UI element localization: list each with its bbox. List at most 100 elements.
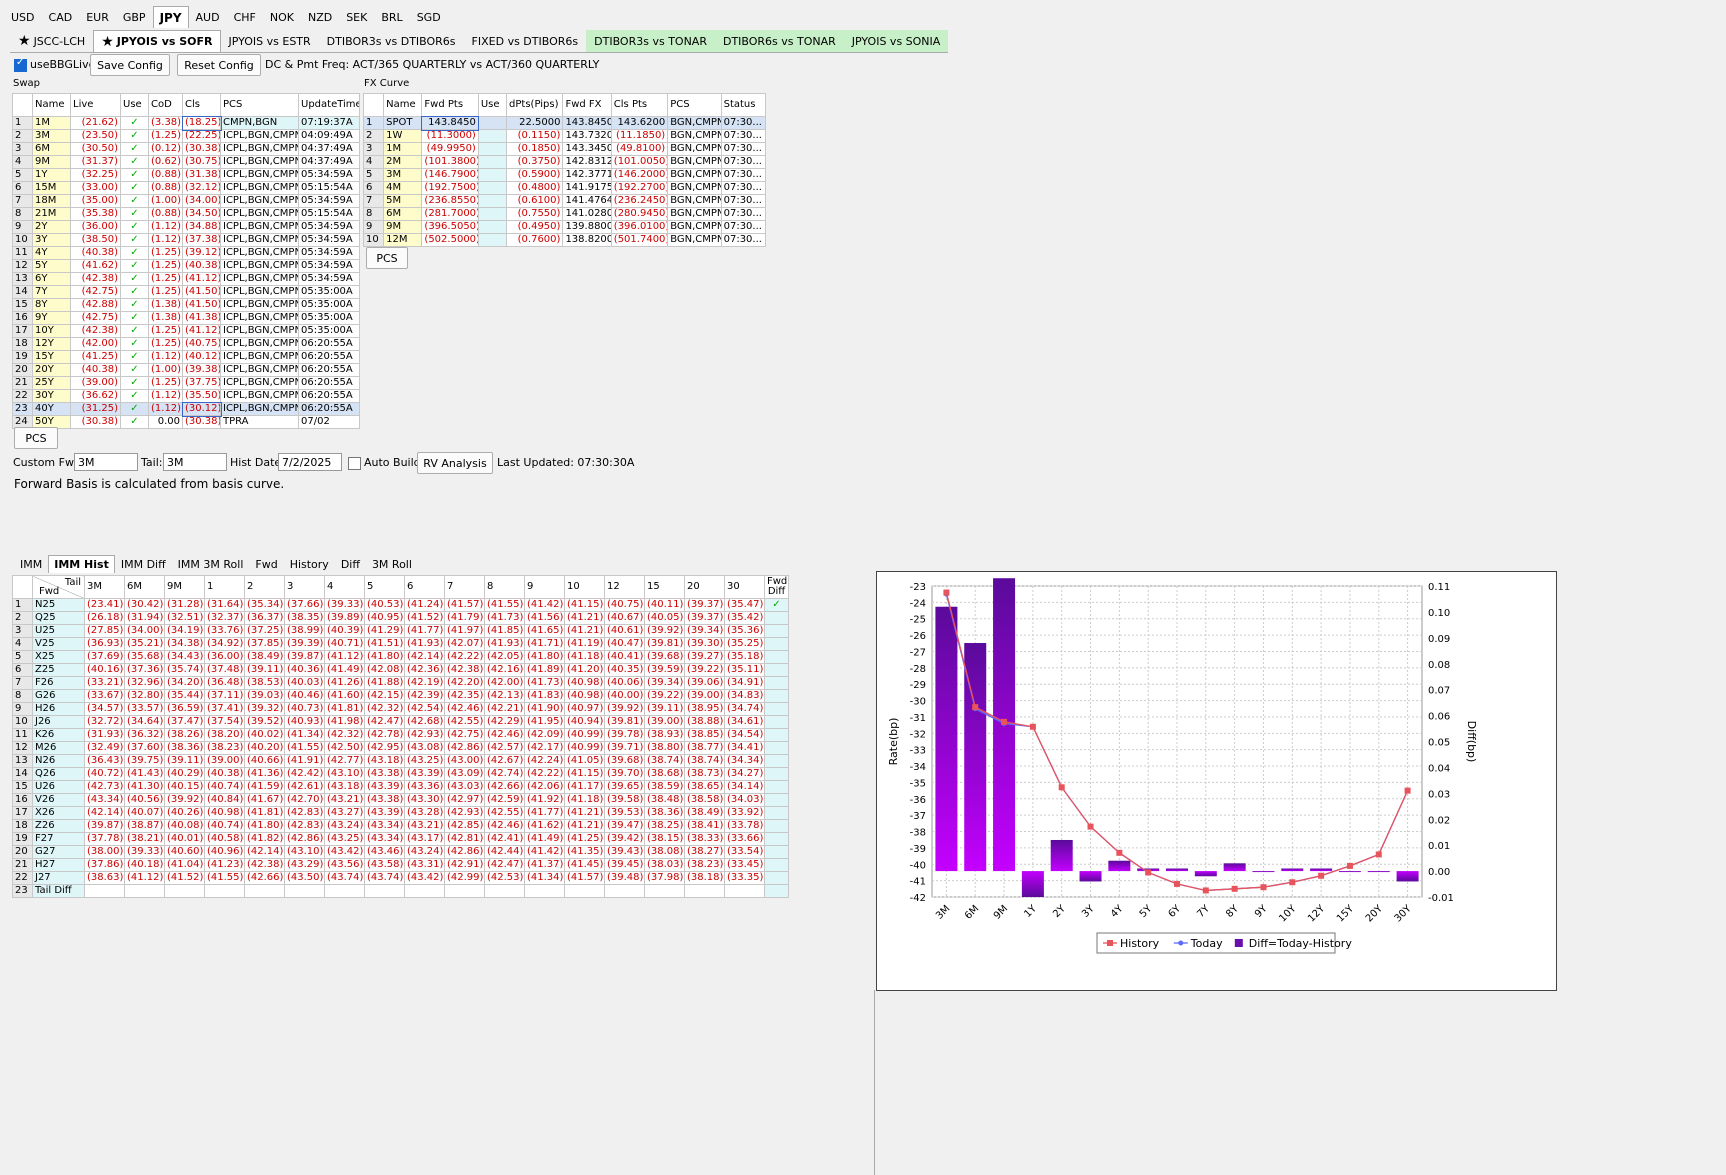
table-cell[interactable]: (281.7000) xyxy=(421,207,479,221)
table-cell[interactable]: (39.45) xyxy=(604,858,645,872)
table-cell[interactable]: 2 xyxy=(12,129,33,143)
table-cell[interactable]: (38.27) xyxy=(684,845,725,859)
row-label[interactable]: H27 xyxy=(32,858,85,872)
table-cell[interactable]: (42.06) xyxy=(524,780,565,794)
table-cell[interactable]: (42.55) xyxy=(484,806,525,820)
table-cell[interactable]: (41.05) xyxy=(564,754,605,768)
fwd-diff-cell[interactable] xyxy=(764,780,789,794)
table-cell[interactable]: (43.18) xyxy=(324,780,365,794)
table-cell[interactable]: 1 xyxy=(362,116,385,130)
table-cell[interactable]: ✓ xyxy=(120,350,149,364)
table-row[interactable]: 10 J26 (32.72) (34.64) (37.47) (37.54) (39.52)… xyxy=(12,715,789,729)
table-cell[interactable]: (31.64) xyxy=(204,598,245,612)
table-row[interactable]: 3 U25 (27.85) (34.00) (34.19) (33.76) (37.25)(… xyxy=(12,624,789,638)
table-cell[interactable]: CMPN,BGN xyxy=(220,116,299,130)
table-cell[interactable]: (40.66) xyxy=(244,754,285,768)
table-cell[interactable]: (43.03) xyxy=(444,780,485,794)
table-cell[interactable]: (30.42) xyxy=(124,598,165,612)
table-cell[interactable]: 05:35:00A xyxy=(298,298,360,312)
table-cell[interactable]: ✓ xyxy=(120,116,149,130)
table-cell[interactable]: (32.37) xyxy=(204,611,245,625)
table-cell[interactable]: (41.60) xyxy=(324,689,365,703)
row-label[interactable]: Q25 xyxy=(32,611,85,625)
table-cell[interactable] xyxy=(284,884,325,898)
table-cell[interactable]: (40.74) xyxy=(204,819,245,833)
column-header[interactable]: 7 xyxy=(444,575,485,599)
table-cell[interactable]: (40.20) xyxy=(244,741,285,755)
table-cell[interactable]: (0.88) xyxy=(148,181,183,195)
table-row[interactable]: 4 2M (101.3800) (0.3750) 142.8312 (101.0050) B… xyxy=(362,155,767,169)
table-row[interactable]: 5 X25 (37.69) (35.68) (34.43) (36.00) (38.49)(… xyxy=(12,650,789,664)
table-cell[interactable]: ICPL,BGN,CMPN xyxy=(220,272,299,286)
table-cell[interactable]: (41.80) xyxy=(364,650,405,664)
view-tab-3m-roll[interactable]: 3M Roll xyxy=(366,555,418,573)
table-cell[interactable] xyxy=(164,884,205,898)
table-cell[interactable]: (236.2450) xyxy=(610,194,669,208)
column-header[interactable]: 4 xyxy=(324,575,365,599)
table-cell[interactable]: (43.74) xyxy=(364,871,405,885)
table-cell[interactable]: (32.51) xyxy=(164,611,205,625)
table-cell[interactable]: (39.75) xyxy=(124,754,165,768)
table-cell[interactable]: ✓ xyxy=(120,129,149,143)
currency-tab-cad[interactable]: CAD xyxy=(42,6,80,28)
table-cell[interactable]: ICPL,BGN,CMPN xyxy=(220,298,299,312)
table-cell[interactable]: (42.75) xyxy=(444,728,485,742)
table-cell[interactable]: (34.83) xyxy=(724,689,765,703)
table-cell[interactable]: 14 xyxy=(12,285,33,299)
table-cell[interactable]: (38.95) xyxy=(684,702,725,716)
table-cell[interactable]: (39.06) xyxy=(684,676,725,690)
table-cell[interactable]: (42.95) xyxy=(364,741,405,755)
table-cell[interactable]: (39.58) xyxy=(604,793,645,807)
column-header[interactable]: 10 xyxy=(564,575,605,599)
currency-tab-sgd[interactable]: SGD xyxy=(410,6,448,28)
table-cell[interactable]: ICPL,BGN,CMPN xyxy=(220,207,299,221)
table-cell[interactable]: ICPL,BGN,CMPN xyxy=(220,168,299,182)
table-cell[interactable]: 10 xyxy=(12,233,33,247)
table-cell[interactable]: (1.25) xyxy=(148,285,183,299)
table-cell[interactable]: 17 xyxy=(12,324,33,338)
column-header[interactable]: 3 xyxy=(284,575,325,599)
table-cell[interactable]: (42.05) xyxy=(484,650,525,664)
table-cell[interactable]: (41.93) xyxy=(404,637,445,651)
table-cell[interactable]: (41.50) xyxy=(182,285,221,299)
table-cell[interactable]: ICPL,BGN,CMPN xyxy=(220,350,299,364)
table-cell[interactable]: (38.41) xyxy=(684,819,725,833)
table-row[interactable]: 1 N25 (23.41) (30.42) (31.28) (31.64) (35.34)(… xyxy=(12,598,789,612)
row-label[interactable]: V26 xyxy=(32,793,85,807)
table-cell[interactable]: (40.05) xyxy=(644,611,685,625)
table-cell[interactable]: 6M xyxy=(383,207,423,221)
table-cell[interactable]: (37.85) xyxy=(244,637,285,651)
table-cell[interactable]: (43.34) xyxy=(84,793,125,807)
table-cell[interactable]: (39.27) xyxy=(684,650,725,664)
table-cell[interactable]: (38.03) xyxy=(644,858,685,872)
table-cell[interactable]: (39.81) xyxy=(604,715,645,729)
table-cell[interactable]: (40.07) xyxy=(124,806,165,820)
table-cell[interactable]: (40.58) xyxy=(204,832,245,846)
table-cell[interactable]: (41.43) xyxy=(124,767,165,781)
table-cell[interactable]: (40.38) xyxy=(70,363,121,377)
table-cell[interactable]: (40.84) xyxy=(204,793,245,807)
table-cell[interactable]: (32.72) xyxy=(84,715,125,729)
table-cell[interactable]: 07/02 xyxy=(298,415,360,429)
fwd-diff-cell[interactable] xyxy=(764,754,789,768)
table-cell[interactable] xyxy=(477,207,508,221)
table-row[interactable]: 22 30Y (36.62) ✓ (1.12) (35.50) ICPL,BGN,CMPN 0… xyxy=(12,389,360,403)
table-cell[interactable]: (39.43) xyxy=(604,845,645,859)
table-cell[interactable]: 1W xyxy=(383,129,423,143)
table-cell[interactable]: 143.7320 xyxy=(562,129,612,143)
table-cell[interactable]: (34.91) xyxy=(724,676,765,690)
table-cell[interactable]: (41.42) xyxy=(524,598,565,612)
table-cell[interactable]: (101.3800) xyxy=(421,155,479,169)
table-row[interactable]: 14 7Y (42.75) ✓ (1.25) (41.50) ICPL,BGN,CMPN 05… xyxy=(12,285,360,299)
table-cell[interactable] xyxy=(684,884,725,898)
hist-date-input[interactable]: 7/2/2025 xyxy=(278,453,342,471)
table-cell[interactable]: (43.21) xyxy=(404,819,445,833)
table-cell[interactable]: (42.54) xyxy=(404,702,445,716)
table-cell[interactable]: (32.25) xyxy=(70,168,121,182)
table-cell[interactable]: (39.32) xyxy=(244,702,285,716)
table-cell[interactable]: (0.88) xyxy=(148,207,183,221)
table-cell[interactable]: (42.29) xyxy=(484,715,525,729)
table-cell[interactable]: (41.34) xyxy=(284,728,325,742)
table-cell[interactable]: (35.21) xyxy=(124,637,165,651)
table-cell[interactable]: 22.5000 xyxy=(506,116,564,130)
